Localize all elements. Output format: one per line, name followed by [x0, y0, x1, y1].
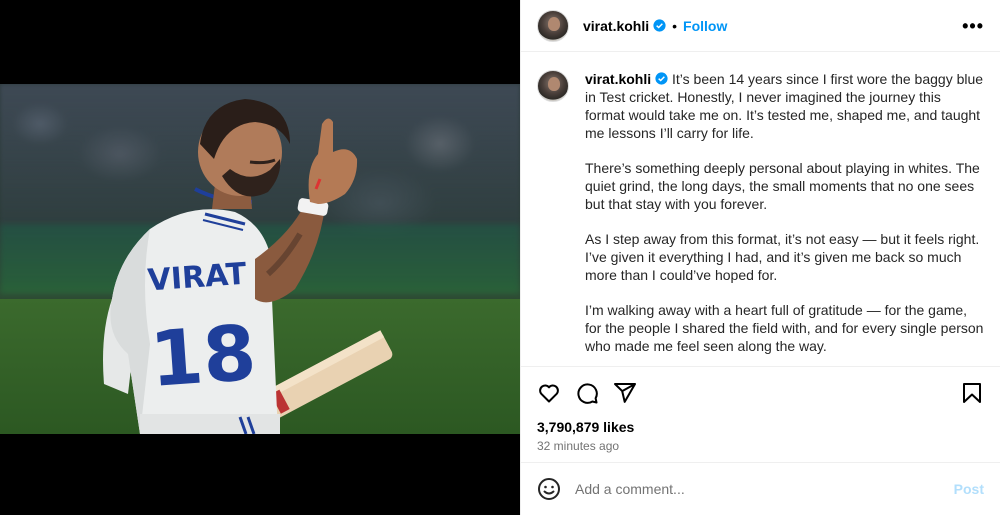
- jersey-name: VIRAT: [147, 257, 249, 299]
- action-bar: [521, 367, 1000, 419]
- caption-text: virat.kohli It’s been 14 years since I f…: [585, 70, 984, 366]
- post-media: VIRAT 18: [0, 0, 520, 515]
- caption-paragraph: virat.kohli It’s been 14 years since I f…: [585, 70, 984, 142]
- comment-icon[interactable]: [575, 381, 599, 405]
- jersey-number: 18: [147, 308, 259, 404]
- player-illustration: VIRAT 18: [103, 99, 393, 434]
- emoji-icon[interactable]: [537, 477, 561, 501]
- caption-area: virat.kohli It’s been 14 years since I f…: [521, 52, 1000, 367]
- header-username[interactable]: virat.kohli: [583, 18, 649, 34]
- post-photo[interactable]: VIRAT 18: [0, 84, 520, 434]
- post-side-panel: virat.kohli • Follow ••• virat.kohli It’…: [520, 0, 1000, 515]
- post-timestamp[interactable]: 32 minutes ago: [521, 435, 1000, 463]
- caption-avatar[interactable]: [537, 70, 569, 102]
- caption-username[interactable]: virat.kohli: [585, 71, 651, 87]
- avatar[interactable]: [537, 9, 569, 42]
- comment-input[interactable]: [575, 481, 954, 497]
- likes-count[interactable]: 3,790,879 likes: [521, 419, 1000, 435]
- share-icon[interactable]: [613, 381, 637, 405]
- more-horizontal-icon[interactable]: •••: [962, 17, 984, 35]
- instagram-post: VIRAT 18 virat.kohli • Follow ••• virat.…: [0, 0, 1000, 515]
- separator-dot: •: [672, 17, 678, 34]
- heart-icon[interactable]: [537, 381, 561, 405]
- post-header: virat.kohli • Follow •••: [521, 0, 1000, 52]
- verified-badge-icon: [653, 19, 666, 32]
- cricket-bat: [256, 330, 393, 421]
- bookmark-icon[interactable]: [960, 381, 984, 405]
- caption-paragraph: There’s something deeply personal about …: [585, 160, 980, 212]
- caption-paragraph: As I step away from this format, it’s no…: [585, 231, 980, 283]
- post-comment-button[interactable]: Post: [954, 481, 984, 497]
- caption: virat.kohli It’s been 14 years since I f…: [537, 70, 984, 366]
- caption-paragraph: I’m walking away with a heart full of gr…: [585, 302, 984, 354]
- verified-badge-icon: [655, 72, 668, 85]
- comment-bar: Post: [521, 463, 1000, 515]
- follow-button[interactable]: Follow: [683, 18, 727, 34]
